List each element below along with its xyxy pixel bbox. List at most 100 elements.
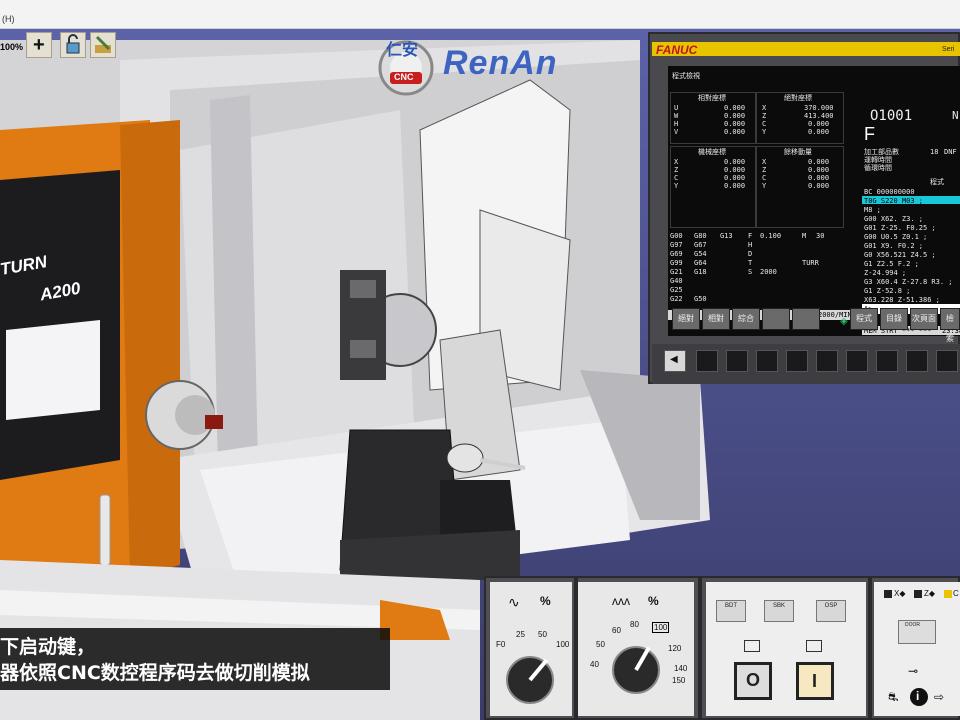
dist-title: 餘移動量 [784, 148, 812, 156]
mach-axis-2: C [674, 174, 679, 182]
program-line: M8 ; [864, 206, 881, 214]
modal-cell: G13 [720, 232, 733, 240]
modal-cell: H [748, 241, 753, 249]
feed-wave-icon: ∿ [508, 594, 520, 610]
coolant-icon[interactable]: ⛐ [888, 690, 898, 706]
door-button[interactable]: DOOR [898, 620, 936, 644]
abs-val-2: 0.000 [808, 120, 830, 128]
cycle-start-button[interactable]: I [796, 662, 834, 700]
softkey-directory[interactable]: 目錄 [880, 308, 908, 330]
caption-line-2: 器依照CNC数控程序码去做切削模拟 [0, 662, 310, 684]
z-axis-lamp [914, 590, 922, 598]
function-key-7[interactable] [876, 350, 898, 372]
program-line: G00 X62. Z3. ; [864, 215, 924, 223]
abs-axis-0: X [762, 104, 767, 112]
layers-icon[interactable]: ◈ [840, 316, 848, 327]
function-key-4[interactable] [786, 350, 808, 372]
modal-cell: G97 [670, 241, 683, 249]
modal-cell: G22 [670, 295, 683, 303]
key-icon: ⊸ [908, 664, 919, 678]
rel-val-1: 0.000 [724, 112, 746, 120]
feed-tick-1: 25 [516, 630, 525, 639]
zoom-level: 100% [0, 42, 24, 52]
softkey-all[interactable]: 綜合 [732, 308, 760, 330]
abs-val-1: 413.400 [804, 112, 834, 120]
softkey-blank-1[interactable] [762, 308, 790, 330]
abs-axis-2: C [762, 120, 767, 128]
softkey-program[interactable]: 程式 [850, 308, 878, 330]
spindle-tick-6: 150 [672, 676, 686, 685]
sbk-button[interactable]: SBK [764, 600, 794, 622]
feed-tick-3: 100 [556, 640, 570, 649]
mach-val-2: 0.000 [724, 174, 746, 182]
modal-cell: G69 [670, 250, 683, 258]
softkey-blank-2[interactable] [792, 308, 820, 330]
modal-cell: 0.100 [760, 232, 782, 240]
function-key-8[interactable] [906, 350, 928, 372]
spindle-override-knob[interactable] [612, 646, 660, 694]
spindle-tick-3: 100 [652, 622, 670, 633]
function-key-5[interactable] [816, 350, 838, 372]
fanuc-control-panel: FANUC Seri 程式檢視 O1001 N 相對座標 U W H V 0.0… [648, 32, 960, 384]
program-line: Z-24.994 ; [864, 269, 907, 277]
program-line: BC 000000000 [864, 188, 915, 196]
spindle-tick-1: 60 [612, 626, 621, 635]
program-line: G0 X56.521 Z4.5 ; [864, 251, 936, 259]
modal-cell: 2000 [760, 268, 777, 276]
spindle-tick-2: 80 [630, 620, 639, 629]
left-arrow-key[interactable]: ◀ [664, 350, 686, 372]
softkey-search[interactable]: 檢 索 [940, 308, 960, 343]
softkey-next-page[interactable]: 次頁面 [910, 308, 938, 330]
cycle-time-label: 循環時間 [864, 164, 892, 172]
spindle-tick-7: 40 [590, 660, 599, 669]
function-key-9[interactable] [936, 350, 958, 372]
stop-indicator-icon [744, 640, 760, 652]
absolute-title: 絕對座標 [784, 94, 812, 102]
modal-cell: G18 [694, 268, 707, 276]
dnf-label: DNF [944, 148, 957, 156]
door-icon [66, 34, 80, 54]
rel-val-2: 0.000 [724, 120, 746, 128]
tool-setup-button[interactable] [90, 32, 116, 58]
info-button[interactable]: i [910, 688, 928, 706]
dist-axis-0: X [762, 158, 767, 166]
softkey-absolute[interactable]: 絕對 [672, 308, 700, 330]
cnc-display: 程式檢視 O1001 N 相對座標 U W H V 0.000 0.000 0.… [668, 66, 960, 336]
machine-title: 機械座標 [698, 148, 726, 156]
cnc-simulator-window: (H) 100% + 仁安 CNC RenAn TURN A200 FANUC … [0, 0, 960, 720]
modal-cell: T [748, 259, 753, 267]
modal-cell: G21 [670, 268, 683, 276]
parts-label: 加工部品數 [864, 148, 899, 156]
function-key-1[interactable] [696, 350, 718, 372]
feed-tick-0: F0 [496, 640, 506, 649]
modal-cell: G67 [694, 241, 707, 249]
dist-val-2: 0.000 [808, 174, 830, 182]
feed-override-knob[interactable] [506, 656, 554, 704]
door-toggle-button[interactable] [60, 32, 86, 58]
dist-axis-1: Z [762, 166, 767, 174]
plus-icon: + [33, 34, 45, 56]
abs-val-3: 0.000 [808, 128, 830, 136]
softkey-relative[interactable]: 相對 [702, 308, 730, 330]
function-key-3[interactable] [756, 350, 778, 372]
bdt-button[interactable]: BDT [716, 600, 746, 622]
spindle-wave-icon: ᴧᴧᴧ [612, 594, 630, 608]
abs-axis-1: Z [762, 112, 767, 120]
menu-help[interactable]: (H) [2, 14, 15, 24]
zoom-in-button[interactable]: + [26, 32, 52, 58]
modal-cell: F [748, 232, 753, 240]
rel-axis-0: U [674, 104, 679, 112]
feed-tick-2: 50 [538, 630, 547, 639]
x-axis-label: X◆ [894, 589, 906, 598]
rel-axis-3: V [674, 128, 679, 136]
function-key-2[interactable] [726, 350, 748, 372]
dist-axis-3: Y [762, 182, 767, 190]
arrow-icon[interactable]: ⇨ [934, 690, 944, 704]
cycle-stop-button[interactable]: O [734, 662, 772, 700]
function-key-6[interactable] [846, 350, 868, 372]
rel-axis-1: W [674, 112, 679, 120]
modal-cell: D [748, 250, 753, 258]
osp-button[interactable]: OSP [816, 600, 846, 622]
program-number: O1001 [870, 108, 913, 124]
program-line: G00 U0.5 Z0.1 ; [864, 233, 928, 241]
